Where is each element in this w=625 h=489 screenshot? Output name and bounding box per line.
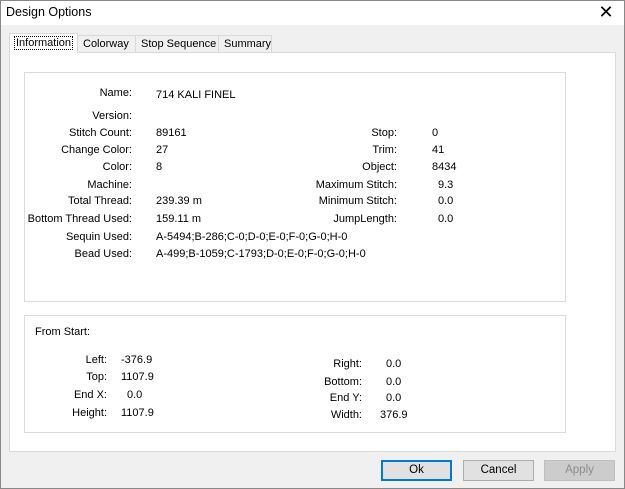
object-label: Object:	[362, 161, 397, 173]
width-label: Width:	[330, 409, 362, 421]
cancel-button[interactable]: Cancel	[463, 460, 534, 481]
close-icon[interactable]: ✕	[596, 2, 616, 22]
bottom-value: 0.0	[386, 376, 402, 388]
color-label: Color:	[102, 161, 132, 173]
information-page: Name: 714 KALI FINEL Version: Stitch Cou…	[9, 52, 616, 452]
tab-colorway[interactable]: Colorway	[77, 35, 136, 52]
name-label: Name:	[99, 87, 132, 99]
machine-label: Machine:	[87, 179, 132, 191]
jump-length-label: JumpLength:	[333, 213, 397, 225]
design-options-dialog: Design Options ✕ Information Colorway St…	[0, 0, 625, 489]
min-stitch-label: Minimum Stitch:	[318, 195, 397, 207]
trim-value: 41	[432, 144, 445, 156]
change-color-value: 27	[156, 144, 169, 156]
end-x-label: End X:	[73, 389, 107, 401]
total-thread-label: Total Thread:	[67, 195, 132, 207]
right-value: 0.0	[386, 358, 402, 370]
tab-stop-sequence[interactable]: Stop Sequence	[135, 35, 219, 52]
total-thread-value: 239.39 m	[156, 195, 202, 207]
left-label: Left:	[85, 354, 107, 366]
name-value: 714 KALI FINEL	[156, 89, 236, 101]
end-y-value: 0.0	[386, 392, 402, 404]
height-label: Height:	[72, 407, 107, 419]
max-stitch-label: Maximum Stitch:	[315, 179, 397, 191]
min-stitch-value: 0.0	[438, 195, 454, 207]
bead-value: A-499;B-1059;C-1793;D-0;E-0;F-0;G-0;H-0	[156, 248, 366, 260]
bottom-thread-label: Bottom Thread Used:	[27, 213, 132, 225]
left-value: -376.9	[121, 354, 153, 366]
stop-value: 0	[432, 127, 439, 139]
height-value: 1107.9	[121, 407, 154, 419]
bottom-label: Bottom:	[324, 376, 362, 388]
bead-label: Bead Used:	[74, 248, 132, 260]
tab-information-label: Information	[13, 36, 74, 50]
object-value: 8434	[432, 161, 457, 173]
sequin-label: Sequin Used:	[65, 231, 132, 243]
title-bar: Design Options ✕	[1, 1, 624, 25]
right-label: Right:	[333, 358, 362, 370]
stop-label: Stop:	[371, 127, 397, 139]
top-value: 1107.9	[121, 371, 154, 383]
jump-length-value: 0.0	[438, 213, 454, 225]
trim-label: Trim:	[372, 144, 397, 156]
color-value: 8	[156, 161, 163, 173]
from-start-heading: From Start:	[35, 326, 91, 338]
stitch-count-label: Stitch Count:	[69, 127, 132, 139]
max-stitch-value: 9.3	[438, 179, 454, 191]
tab-summary[interactable]: Summary	[218, 35, 272, 52]
change-color-label: Change Color:	[61, 144, 132, 156]
tab-information[interactable]: Information	[9, 33, 78, 53]
top-label: Top:	[86, 371, 107, 383]
end-x-value: 0.0	[127, 389, 143, 401]
ok-button[interactable]: Ok	[381, 460, 452, 481]
apply-button[interactable]: Apply	[544, 460, 615, 481]
version-label: Version:	[92, 110, 132, 122]
end-y-label: End Y:	[329, 392, 362, 404]
width-value: 376.9	[380, 409, 408, 421]
sequin-value: A-5494;B-286;C-0;D-0;E-0;F-0;G-0;H-0	[156, 231, 348, 243]
bottom-thread-value: 159.11 m	[156, 213, 202, 225]
window-title: Design Options	[6, 5, 92, 19]
stitch-count-value: 89161	[156, 127, 187, 139]
